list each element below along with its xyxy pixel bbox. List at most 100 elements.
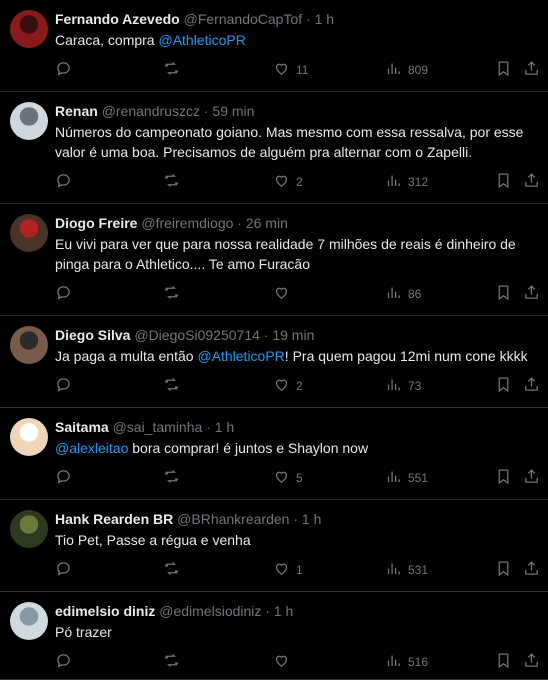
like-button[interactable]: 11 <box>273 61 308 79</box>
mention-link[interactable]: @AthleticoPR <box>158 32 245 48</box>
tweet[interactable]: edimelsio diniz @edimelsiodiniz · 1 h Pó… <box>0 592 548 680</box>
view-count: 551 <box>408 471 429 485</box>
retweet-button[interactable] <box>163 61 180 79</box>
bar-chart-icon <box>385 284 402 304</box>
reply-icon <box>55 468 72 488</box>
avatar[interactable] <box>10 326 48 364</box>
timestamp[interactable]: 1 h <box>215 419 234 435</box>
like-button[interactable]: 1 <box>273 561 303 579</box>
action-bar: 1 531 <box>55 561 545 579</box>
like-button[interactable]: 5 <box>273 469 303 487</box>
share-button[interactable] <box>523 561 540 579</box>
like-button[interactable]: 2 <box>273 377 303 395</box>
like-button[interactable] <box>273 285 296 303</box>
author-name[interactable]: edimelsio diniz <box>55 603 155 619</box>
like-button[interactable]: 2 <box>273 173 303 191</box>
text-before: Tio Pet, Passe a régua e venha <box>55 532 251 548</box>
like-count: 2 <box>296 175 303 189</box>
bookmark-button[interactable] <box>495 173 512 191</box>
author-name[interactable]: Diogo Freire <box>55 215 137 231</box>
share-button[interactable] <box>523 173 540 191</box>
tweet-text: Números do campeonato goiano. Mas mesmo … <box>55 122 535 162</box>
views-button[interactable]: 516 <box>385 653 428 671</box>
tweet-header: Diogo Freire @freiremdiogo · 26 min <box>55 214 288 232</box>
author-name[interactable]: Saitama <box>55 419 109 435</box>
timestamp[interactable]: 1 h <box>302 511 321 527</box>
author-handle[interactable]: @renandruszcz <box>102 103 200 119</box>
retweet-button[interactable] <box>163 377 180 395</box>
avatar[interactable] <box>10 510 48 548</box>
reply-button[interactable] <box>55 561 72 579</box>
share-button[interactable] <box>523 653 540 671</box>
bookmark-icon <box>495 172 512 192</box>
share-button[interactable] <box>523 377 540 395</box>
share-button[interactable] <box>523 469 540 487</box>
timestamp[interactable]: 59 min <box>212 103 254 119</box>
avatar[interactable] <box>10 102 48 140</box>
author-name[interactable]: Renan <box>55 103 98 119</box>
retweet-button[interactable] <box>163 285 180 303</box>
timestamp[interactable]: 1 h <box>315 11 334 27</box>
tweet[interactable]: Renan @renandruszcz · 59 min Números do … <box>0 92 548 204</box>
tweet-text: Caraca, compra @AthleticoPR <box>55 30 535 50</box>
avatar[interactable] <box>10 602 48 640</box>
author-name[interactable]: Hank Rearden BR <box>55 511 173 527</box>
views-button[interactable]: 531 <box>385 561 428 579</box>
bar-chart-icon <box>385 172 402 192</box>
like-count: 5 <box>296 471 303 485</box>
author-handle[interactable]: @BRhankrearden <box>177 511 289 527</box>
mention-link[interactable]: @alexleitao <box>55 440 128 456</box>
tweet[interactable]: Diego Silva @DiegoSi09250714 · 19 min Ja… <box>0 316 548 408</box>
bookmark-button[interactable] <box>495 61 512 79</box>
reply-button[interactable] <box>55 173 72 191</box>
author-name[interactable]: Diego Silva <box>55 327 130 343</box>
views-button[interactable]: 551 <box>385 469 428 487</box>
like-button[interactable] <box>273 653 296 671</box>
bookmark-button[interactable] <box>495 285 512 303</box>
reply-button[interactable] <box>55 653 72 671</box>
avatar[interactable] <box>10 418 48 456</box>
tweet[interactable]: Hank Rearden BR @BRhankrearden · 1 h Tio… <box>0 500 548 592</box>
author-handle[interactable]: @sai_taminha <box>113 419 203 435</box>
retweet-button[interactable] <box>163 173 180 191</box>
views-button[interactable]: 86 <box>385 285 421 303</box>
reply-button[interactable] <box>55 285 72 303</box>
reply-button[interactable] <box>55 469 72 487</box>
share-button[interactable] <box>523 61 540 79</box>
author-name[interactable]: Fernando Azevedo <box>55 11 180 27</box>
timestamp[interactable]: 26 min <box>246 215 288 231</box>
mention-link[interactable]: @AthleticoPR <box>197 348 284 364</box>
timestamp[interactable]: 1 h <box>274 603 293 619</box>
views-button[interactable]: 73 <box>385 377 421 395</box>
bookmark-button[interactable] <box>495 561 512 579</box>
retweet-button[interactable] <box>163 653 180 671</box>
heart-icon <box>273 172 290 192</box>
tweet[interactable]: Saitama @sai_taminha · 1 h @alexleitao b… <box>0 408 548 500</box>
views-button[interactable]: 809 <box>385 61 428 79</box>
retweet-button[interactable] <box>163 469 180 487</box>
retweet-icon <box>163 172 180 192</box>
bookmark-button[interactable] <box>495 469 512 487</box>
bookmark-button[interactable] <box>495 377 512 395</box>
bar-chart-icon <box>385 60 402 80</box>
author-handle[interactable]: @edimelsiodiniz <box>159 603 261 619</box>
share-icon <box>523 60 540 80</box>
retweet-icon <box>163 560 180 580</box>
bookmark-button[interactable] <box>495 653 512 671</box>
views-button[interactable]: 312 <box>385 173 428 191</box>
author-handle[interactable]: @freiremdiogo <box>141 215 233 231</box>
author-handle[interactable]: @FernandoCapTof <box>184 11 303 27</box>
author-handle[interactable]: @DiegoSi09250714 <box>134 327 260 343</box>
tweet[interactable]: Fernando Azevedo @FernandoCapTof · 1 h C… <box>0 0 548 92</box>
tweet[interactable]: Diogo Freire @freiremdiogo · 26 min Eu v… <box>0 204 548 316</box>
retweet-button[interactable] <box>163 561 180 579</box>
reply-button[interactable] <box>55 377 72 395</box>
reply-button[interactable] <box>55 61 72 79</box>
like-count: 1 <box>296 563 303 577</box>
bar-chart-icon <box>385 468 402 488</box>
avatar[interactable] <box>10 214 48 252</box>
action-bar: 5 551 <box>55 469 545 487</box>
share-button[interactable] <box>523 285 540 303</box>
avatar[interactable] <box>10 10 48 48</box>
timestamp[interactable]: 19 min <box>272 327 314 343</box>
